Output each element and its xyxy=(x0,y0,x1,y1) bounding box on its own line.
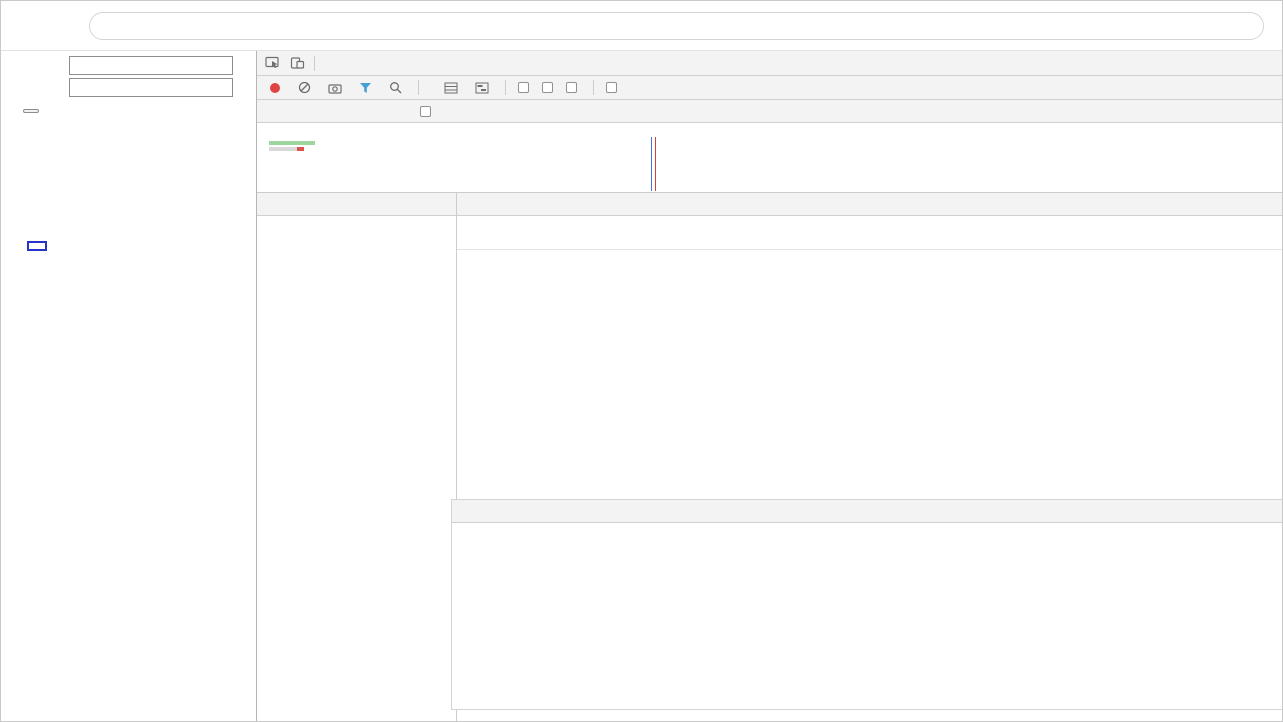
offline-option xyxy=(606,82,621,93)
network-filter-bar xyxy=(257,100,1282,123)
response-body-panel xyxy=(451,499,1282,710)
disable-cache-checkbox[interactable] xyxy=(566,82,577,93)
login-form xyxy=(11,56,233,116)
view-list-icon[interactable] xyxy=(440,82,462,94)
devtools-tabbar xyxy=(257,51,1282,76)
name-column-header[interactable] xyxy=(257,193,456,216)
record-icon[interactable] xyxy=(265,82,285,94)
waterfall-bar xyxy=(269,141,315,145)
inspect-icon[interactable] xyxy=(261,56,284,70)
network-overview-timeline[interactable] xyxy=(257,123,1282,193)
offline-checkbox[interactable] xyxy=(606,82,617,93)
browser-window xyxy=(0,0,1283,722)
response-panel-tabbar xyxy=(452,500,1282,523)
browser-toolbar xyxy=(1,1,1282,51)
network-toolbar xyxy=(257,76,1282,100)
detail-tabbar xyxy=(457,193,1282,216)
section-divider xyxy=(457,249,1282,250)
general-section-header[interactable] xyxy=(457,222,1282,244)
preserve-log-option xyxy=(542,82,557,93)
hide-data-urls-checkbox[interactable] xyxy=(420,105,431,117)
filter-funnel-icon[interactable] xyxy=(355,82,376,94)
clear-icon[interactable] xyxy=(294,81,315,94)
filter-input[interactable] xyxy=(265,104,410,118)
separator xyxy=(418,80,419,95)
response-headers-section-header[interactable] xyxy=(457,255,1282,277)
hide-data-urls-option xyxy=(420,105,435,117)
preserve-log-checkbox[interactable] xyxy=(542,82,553,93)
waterfall-bar xyxy=(269,147,297,151)
separator xyxy=(314,55,315,71)
view-waterfall-icon[interactable] xyxy=(471,82,493,94)
device-toolbar-icon[interactable] xyxy=(286,56,309,70)
submit-button[interactable] xyxy=(23,109,39,113)
search-icon[interactable] xyxy=(385,81,406,94)
annotation-http-response-box xyxy=(27,241,47,251)
load-event-line xyxy=(655,137,656,191)
username-input[interactable] xyxy=(69,56,233,75)
separator xyxy=(505,80,506,95)
response-source-code[interactable] xyxy=(452,523,1282,709)
address-bar[interactable] xyxy=(89,12,1264,40)
waterfall-bar xyxy=(297,147,304,151)
password-input[interactable] xyxy=(69,78,233,97)
password-row xyxy=(11,78,233,97)
username-row xyxy=(11,56,233,75)
group-by-frame-checkbox[interactable] xyxy=(518,82,529,93)
capture-screenshot-icon[interactable] xyxy=(324,82,346,94)
domcontentloaded-event-line xyxy=(651,137,652,191)
separator xyxy=(593,80,594,95)
headers-sections xyxy=(457,216,1282,277)
disable-cache-option xyxy=(566,82,581,93)
group-by-frame-option xyxy=(518,82,533,93)
requests-table xyxy=(257,193,457,721)
